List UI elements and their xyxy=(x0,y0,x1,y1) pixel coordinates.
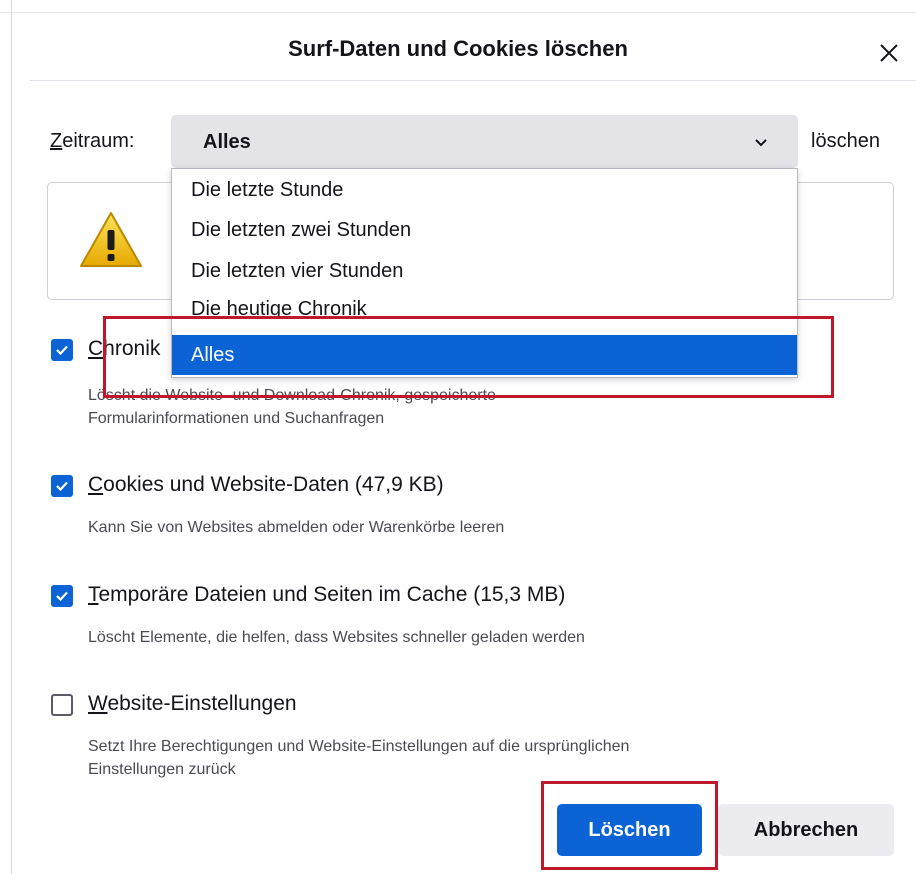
cancel-button[interactable]: Abbrechen xyxy=(718,804,894,856)
dialog-title: Surf-Daten und Cookies löschen xyxy=(288,36,628,61)
close-button[interactable] xyxy=(872,36,906,70)
highlight-box-alles xyxy=(103,316,834,398)
option-last-two-hours[interactable]: Die letzten zwei Stunden xyxy=(172,210,797,250)
cache-label[interactable]: Temporäre Dateien und Seiten im Cache (1… xyxy=(88,583,565,607)
header-divider xyxy=(30,80,916,81)
site-settings-description-line2: Einstellungen zurück xyxy=(88,761,236,778)
site-settings-label[interactable]: Website-Einstellungen xyxy=(88,692,297,716)
cookies-label[interactable]: Cookies und Website-Daten (47,9 KB) xyxy=(88,473,444,497)
timerange-suffix-label: löschen xyxy=(811,130,880,152)
highlight-box-loeschen xyxy=(541,781,718,870)
warning-icon xyxy=(80,212,142,267)
cache-checkbox[interactable] xyxy=(51,585,73,607)
timerange-select[interactable]: Alles xyxy=(171,115,798,168)
checkmark-icon xyxy=(56,591,68,602)
site-settings-description-line1: Setzt Ihre Berechtigungen und Website-Ei… xyxy=(88,738,630,755)
cookies-checkbox[interactable] xyxy=(51,475,73,497)
window-top-edge xyxy=(0,12,916,13)
checkmark-icon xyxy=(56,481,68,492)
timerange-label: Zeitraum: xyxy=(50,130,135,152)
history-checkbox[interactable] xyxy=(51,339,73,361)
option-last-four-hours[interactable]: Die letzten vier Stunden xyxy=(172,251,797,291)
site-settings-checkbox[interactable] xyxy=(51,694,73,716)
cookies-description: Kann Sie von Websites abmelden oder Ware… xyxy=(88,519,505,536)
chevron-down-icon xyxy=(755,139,767,147)
close-icon xyxy=(880,44,898,62)
window-edge xyxy=(11,0,12,874)
clear-data-dialog: Surf-Daten und Cookies löschen Zeitraum:… xyxy=(0,0,916,874)
option-last-hour[interactable]: Die letzte Stunde xyxy=(172,170,797,210)
timerange-selected-value: Alles xyxy=(203,131,251,153)
history-description-line2: Formularinformationen und Suchanfragen xyxy=(88,410,385,427)
cache-description: Löscht Elemente, die helfen, dass Websit… xyxy=(88,629,585,646)
checkmark-icon xyxy=(56,345,68,356)
